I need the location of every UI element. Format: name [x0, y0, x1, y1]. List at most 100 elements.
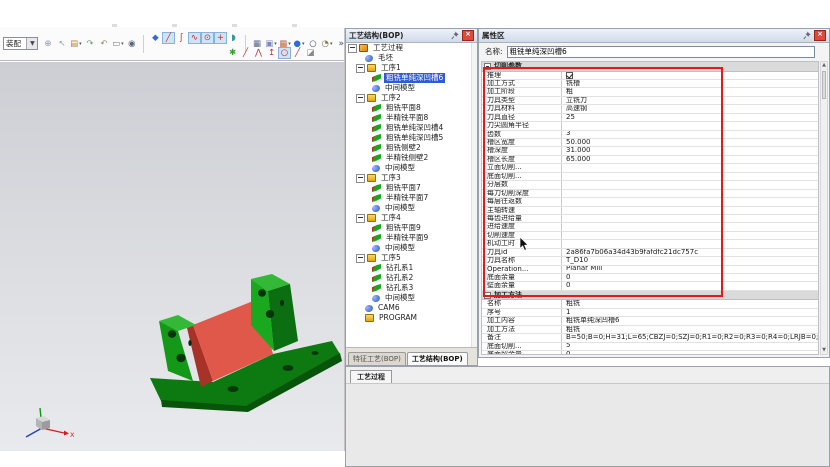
collapse-toggle-icon[interactable] [356, 64, 365, 73]
property-row[interactable]: 切削速度 [482, 232, 818, 240]
tree-item[interactable]: 工艺过程 [346, 43, 472, 53]
property-row[interactable]: 序号 1 [482, 309, 818, 317]
property-value[interactable]: 粗铣 [562, 300, 818, 307]
section-header-method[interactable]: 加工方法 [482, 291, 818, 301]
image-icon[interactable]: ▤▾ [69, 38, 82, 50]
close-icon[interactable]: × [462, 30, 474, 41]
property-value[interactable]: T_D10 [562, 257, 818, 264]
property-value[interactable] [562, 173, 818, 180]
property-row[interactable]: 底面留余量 0. [482, 351, 818, 355]
dropdown-arrow-icon[interactable]: ▾ [79, 41, 82, 47]
tree-item[interactable]: 中间模型 [346, 83, 472, 93]
tree-item[interactable]: 粗铣平面7 [346, 183, 472, 193]
property-row[interactable]: 壁面余量 0 [482, 282, 818, 290]
property-row[interactable]: 齿数 3 [482, 131, 818, 139]
property-value[interactable] [562, 72, 818, 79]
collapse-icon[interactable] [484, 63, 491, 70]
property-row[interactable]: 加工阶段 粗 [482, 88, 818, 96]
visibility-icon[interactable]: ◉ [125, 38, 138, 50]
slash-icon[interactable]: ╱ [291, 47, 304, 59]
property-value[interactable] [562, 207, 818, 214]
dropdown-arrow-icon[interactable]: ▾ [121, 41, 124, 47]
arc-icon[interactable]: ʃ [175, 32, 188, 44]
tree-item[interactable]: CAM6 [346, 303, 472, 313]
property-row[interactable]: 加工方式 铣槽 [482, 80, 818, 88]
3d-viewport[interactable]: X [0, 62, 344, 451]
checkbox-checked-icon[interactable] [566, 72, 573, 79]
tree-item[interactable]: 半精铣侧壁2 [346, 153, 472, 163]
property-value[interactable] [562, 164, 818, 171]
property-value[interactable]: 0 [562, 282, 818, 289]
property-value[interactable] [562, 215, 818, 222]
property-row[interactable]: 槽区长度 65.000 [482, 156, 818, 164]
pin-icon[interactable] [451, 31, 460, 40]
property-value[interactable]: 65.000 [562, 156, 818, 163]
tree-item[interactable]: 钻孔系3 [346, 283, 472, 293]
property-value[interactable] [562, 181, 818, 188]
dropdown-arrow-icon[interactable]: ▾ [302, 41, 305, 47]
property-value[interactable] [562, 190, 818, 197]
tree-scrollbar[interactable] [471, 43, 477, 347]
collapse-icon[interactable] [484, 292, 491, 299]
property-row[interactable]: 刀具材料 高速钢 [482, 105, 818, 113]
tree-item[interactable]: 工序3 [346, 173, 472, 183]
scrollbar-thumb[interactable] [822, 71, 826, 99]
tree-item[interactable]: 中间模型 [346, 293, 472, 303]
pattern-icon[interactable]: ✱ [226, 47, 239, 59]
property-row[interactable]: 底面切削... 5 [482, 343, 818, 351]
property-value[interactable]: 铣槽 [562, 80, 818, 87]
tree-item[interactable]: 粗铣平面9 [346, 223, 472, 233]
process-panel-tab[interactable]: 工艺过程 [350, 370, 392, 384]
property-row[interactable]: 分层数 [482, 181, 818, 189]
tree-item[interactable]: 粗铣单纯深凹槽5 [346, 133, 472, 143]
tree-item[interactable]: 粗铣单纯深凹槽4 [346, 123, 472, 133]
tree-item[interactable]: 工序5 [346, 253, 472, 263]
undo-icon[interactable]: ↶ [97, 38, 110, 50]
redo-icon[interactable]: ↷ [83, 38, 96, 50]
tree-item[interactable]: 粗铣平面8 [346, 103, 472, 113]
property-value[interactable] [562, 232, 818, 239]
property-value[interactable]: 3 [562, 131, 818, 138]
close-icon[interactable]: × [814, 30, 826, 41]
circle-icon[interactable]: ⊙ [201, 32, 214, 44]
property-value[interactable] [562, 223, 818, 230]
spline-icon[interactable]: ∿ [188, 32, 201, 44]
tree-item[interactable]: 半精铣平面9 [346, 233, 472, 243]
dropdown-arrow-icon[interactable]: ▾ [330, 41, 333, 47]
property-value[interactable]: 31.000 [562, 147, 818, 154]
property-row[interactable]: 每齿进给量 [482, 215, 818, 223]
collapse-toggle-icon[interactable] [348, 44, 357, 53]
property-row[interactable]: 刀具直径 25 [482, 114, 818, 122]
tree-item[interactable]: 毛坯 [346, 53, 472, 63]
property-value[interactable]: B=50;B=0;H=31;L=65;CBZJ=0;SZJ=0;R1=0;R2=… [562, 334, 818, 341]
collapse-toggle-icon[interactable] [356, 94, 365, 103]
curve-points-icon[interactable]: ⋀ [252, 47, 265, 59]
tree-item[interactable]: 半精铣平面8 [346, 113, 472, 123]
property-value[interactable]: 高速钢 [562, 105, 818, 112]
properties-scrollbar[interactable]: ▲ ▼ [820, 61, 828, 355]
property-value[interactable]: 5 [562, 343, 818, 350]
tree-item[interactable]: PROGRAM [346, 313, 472, 323]
collapse-toggle-icon[interactable] [356, 214, 365, 223]
tree-panel-tab[interactable]: 工艺结构(BOP) [407, 352, 468, 365]
property-value[interactable]: 粗铣 [562, 326, 818, 333]
solid-cube-icon[interactable]: ◆ [149, 32, 162, 44]
property-row[interactable]: 槽深度 31.000 [482, 147, 818, 155]
property-value[interactable]: 2a86fa7b06a34d43b9fafdfc21dc757c [562, 249, 818, 256]
property-value[interactable] [562, 198, 818, 205]
property-row[interactable]: 主轴转速 [482, 207, 818, 215]
property-row[interactable]: 立面切削... [482, 164, 818, 172]
select-box-icon[interactable]: ▭▾ [111, 38, 124, 50]
property-row[interactable]: 备注 B=50;B=0;H=31;L=65;CBZJ=0;SZJ=0;R1=0;… [482, 334, 818, 342]
section-header-cutting[interactable]: 切削参数 [482, 62, 818, 72]
collapse-toggle-icon[interactable] [356, 174, 365, 183]
property-value[interactable] [562, 240, 818, 247]
move-icon[interactable]: ↖ [55, 38, 68, 50]
name-input[interactable] [507, 46, 815, 58]
property-row[interactable]: 名称 粗铣 [482, 300, 818, 308]
property-value[interactable]: 50.000 [562, 139, 818, 146]
tree-item[interactable]: 粗铣单纯深凹槽6 [346, 73, 472, 83]
property-row[interactable]: 加工内容 粗铣单纯深凹槽6 [482, 317, 818, 325]
property-row[interactable]: 机动工时 [482, 240, 818, 248]
tree-panel-tab[interactable]: 特征工艺(BOP) [348, 352, 406, 365]
